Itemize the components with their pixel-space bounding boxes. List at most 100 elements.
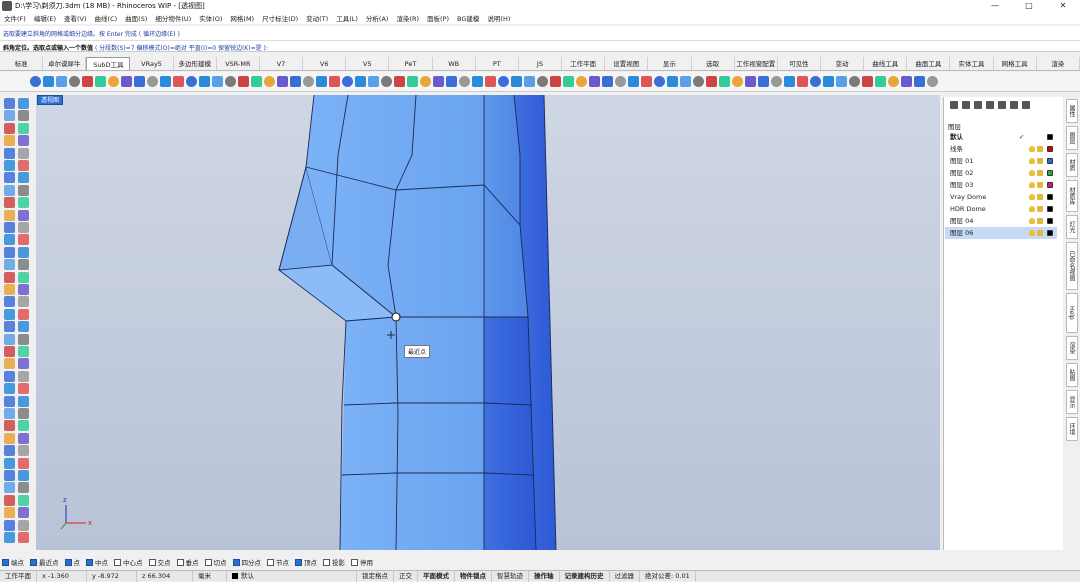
subd-tool-icon[interactable] [849, 76, 860, 87]
checkbox-icon[interactable] [351, 558, 358, 566]
current-layer[interactable]: 默认 [227, 570, 357, 582]
left-tool-icon[interactable] [18, 296, 29, 308]
checkbox-icon[interactable] [232, 558, 240, 566]
toolbar-tab[interactable]: V5 [346, 57, 390, 70]
side-tab[interactable]: 已命名视图 [1066, 242, 1078, 290]
left-tool-icon[interactable] [4, 271, 15, 283]
subd-tool-icon[interactable] [186, 76, 197, 87]
left-tool-icon[interactable] [18, 271, 29, 283]
toolbar-tab[interactable]: 网格工具 [994, 57, 1037, 70]
subd-tool-icon[interactable] [199, 76, 210, 87]
left-tool-icon[interactable] [4, 122, 15, 134]
status-toggle[interactable]: 正交 [394, 570, 418, 582]
osnap-toggle[interactable]: 中点 [86, 557, 108, 567]
left-tool-icon[interactable] [18, 172, 29, 184]
left-tool-icon[interactable] [4, 383, 15, 395]
left-tool-icon[interactable] [18, 470, 29, 481]
layer-color-swatch[interactable] [1047, 182, 1053, 188]
subd-tool-icon[interactable] [30, 76, 41, 87]
left-tool-icon[interactable] [4, 420, 15, 432]
subd-tool-icon[interactable] [485, 76, 496, 87]
layer-color-swatch[interactable] [1047, 218, 1053, 224]
subd-tool-icon[interactable] [836, 76, 847, 87]
subd-tool-icon[interactable] [433, 76, 444, 87]
subd-tool-icon[interactable] [277, 76, 288, 87]
checkbox-icon[interactable] [2, 558, 9, 566]
visibility-bulb-icon[interactable] [1029, 146, 1035, 152]
menu-item[interactable]: 渲染(R) [396, 13, 419, 23]
side-tab[interactable]: 材质 [1066, 153, 1078, 177]
subd-tool-icon[interactable] [524, 76, 535, 87]
subd-tool-icon[interactable] [355, 76, 366, 87]
perspective-viewport[interactable]: x z 透视图 最近点 [36, 95, 940, 550]
left-tool-icon[interactable] [18, 209, 29, 221]
menu-item[interactable]: 实体(O) [199, 13, 222, 23]
subd-tool-icon[interactable] [719, 76, 730, 87]
layer-color-swatch[interactable] [1047, 230, 1053, 236]
left-tool-icon[interactable] [18, 420, 29, 432]
checkbox-icon[interactable] [86, 558, 93, 566]
layer-color-swatch[interactable] [1047, 146, 1053, 152]
subd-tool-icon[interactable] [381, 76, 392, 87]
layer-color-swatch[interactable] [1047, 170, 1053, 176]
subd-tool-icon[interactable] [823, 76, 834, 87]
checkbox-icon[interactable] [204, 558, 212, 566]
left-tool-icon[interactable] [4, 110, 15, 122]
subd-tool-icon[interactable] [121, 76, 132, 87]
lock-icon[interactable] [1037, 182, 1043, 188]
lock-icon[interactable] [1037, 230, 1043, 236]
toolbar-tab[interactable]: 曲面工具 [907, 57, 951, 70]
subd-tool-icon[interactable] [784, 76, 795, 87]
move-down-icon[interactable] [998, 101, 1006, 109]
left-tool-icon[interactable] [4, 222, 15, 233]
layer-color-swatch[interactable] [1047, 206, 1053, 212]
subd-tool-icon[interactable] [394, 76, 405, 87]
left-tool-icon[interactable] [4, 184, 15, 196]
toolbar-tab[interactable]: 渲染 [1037, 57, 1080, 70]
subd-tool-icon[interactable] [888, 76, 899, 87]
toolbar-tab[interactable]: WB [433, 57, 476, 70]
subd-tool-icon[interactable] [914, 76, 925, 87]
subd-tool-icon[interactable] [316, 76, 327, 87]
subd-tool-icon[interactable] [69, 76, 80, 87]
subd-tool-icon[interactable] [628, 76, 639, 87]
subd-tool-icon[interactable] [95, 76, 106, 87]
new-sublayer-icon[interactable] [962, 101, 970, 109]
cplane-label[interactable]: 工作平面 [0, 570, 37, 582]
left-tool-icon[interactable] [18, 122, 29, 134]
subd-tool-icon[interactable] [212, 76, 223, 87]
subd-tool-icon[interactable] [134, 76, 145, 87]
layer-color-swatch[interactable] [1047, 134, 1053, 140]
subd-tool-icon[interactable] [420, 76, 431, 87]
checkbox-icon[interactable] [114, 558, 121, 566]
subd-tool-icon[interactable] [238, 76, 249, 87]
side-tab[interactable]: 渲染 [1066, 336, 1078, 360]
subd-tool-icon[interactable] [251, 76, 262, 87]
lock-icon[interactable] [1037, 194, 1043, 200]
left-tool-icon[interactable] [4, 445, 15, 457]
subd-tool-icon[interactable] [550, 76, 561, 87]
osnap-toggle[interactable]: 节点 [267, 557, 289, 567]
left-tool-icon[interactable] [18, 308, 29, 320]
subd-tool-icon[interactable] [771, 76, 782, 87]
subd-tool-icon[interactable] [875, 76, 886, 87]
subd-tool-icon[interactable] [758, 76, 769, 87]
left-tool-icon[interactable] [4, 308, 15, 320]
maximize-button[interactable]: □ [1012, 0, 1046, 12]
menu-item[interactable]: BG建模 [457, 13, 479, 23]
menu-item[interactable]: 查看(V) [64, 13, 87, 23]
left-tool-icon[interactable] [4, 333, 15, 345]
toolbar-tab[interactable]: VRay5 [130, 57, 174, 70]
subd-tool-icon[interactable] [290, 76, 301, 87]
left-tool-icon[interactable] [4, 209, 15, 221]
left-tool-icon[interactable] [18, 98, 29, 109]
osnap-toggle[interactable]: 最近点 [30, 557, 59, 567]
left-tool-icon[interactable] [4, 507, 15, 519]
lock-icon[interactable] [1037, 170, 1043, 176]
left-tool-icon[interactable] [18, 321, 29, 333]
toolbar-tab[interactable]: 工作平面 [562, 57, 606, 70]
visibility-bulb-icon[interactable] [1029, 158, 1035, 164]
left-tool-icon[interactable] [18, 358, 29, 370]
menu-item[interactable]: 说明(H) [487, 13, 510, 23]
lock-icon[interactable] [1037, 218, 1043, 224]
